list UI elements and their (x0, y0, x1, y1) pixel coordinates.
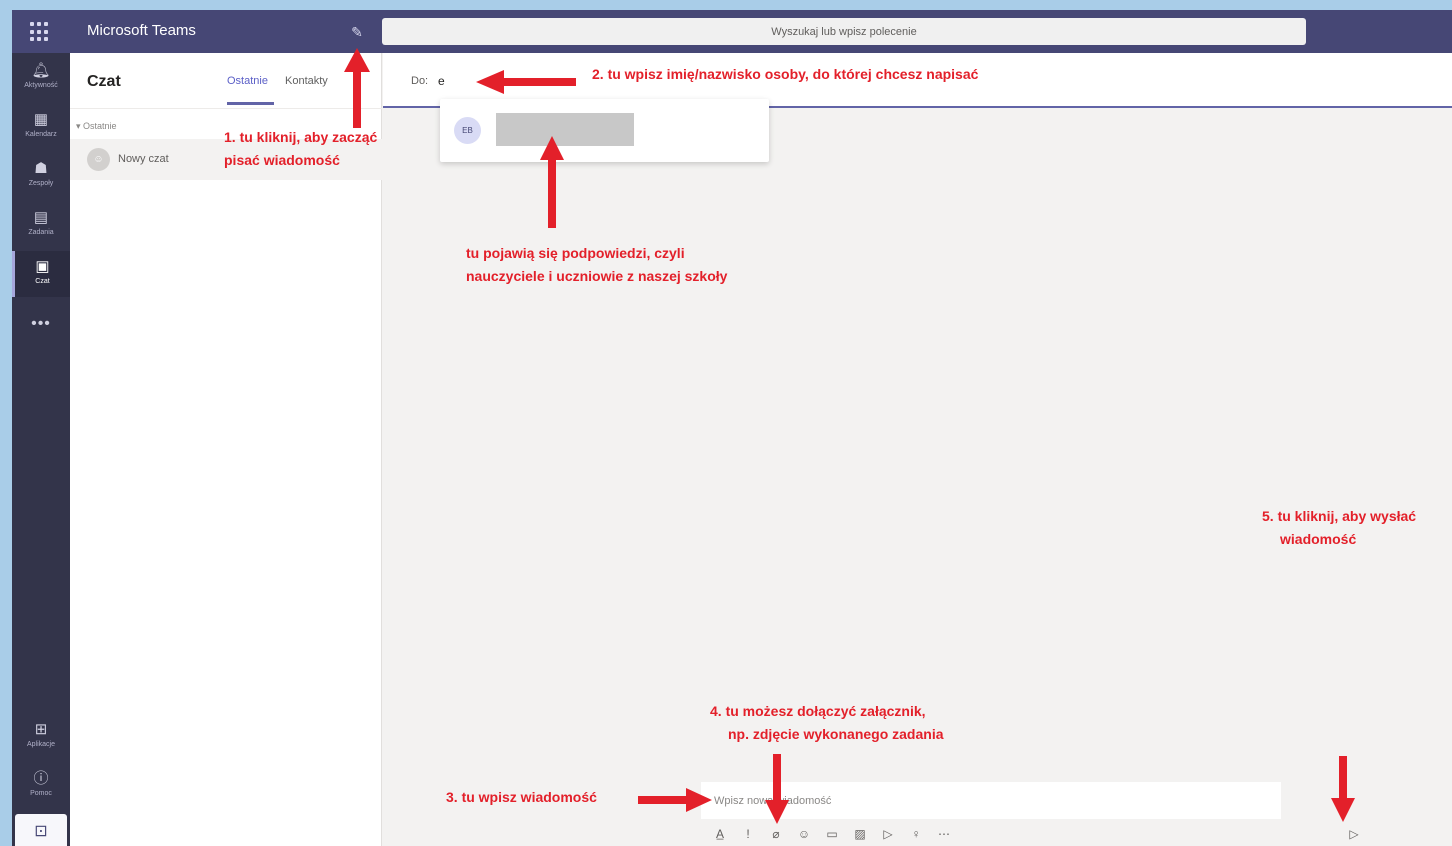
annotation-suggestions: tu pojawią się podpowiedzi, czyli nauczy… (466, 242, 727, 288)
to-label: Do: (411, 75, 429, 87)
app-title: Microsoft Teams (87, 22, 196, 39)
annotation-arrow-right (638, 788, 712, 812)
rail-item-label: Czat (35, 278, 50, 285)
section-recent[interactable]: ▾ Ostatnie (76, 121, 117, 132)
tab-contacts[interactable]: Kontakty (285, 75, 328, 87)
rail-item-teams[interactable]: ☗ Zespoły (12, 153, 70, 199)
new-chat-icon[interactable]: ✎ (348, 23, 366, 41)
divider (70, 108, 382, 109)
send-icon[interactable]: ▷ (1346, 825, 1362, 843)
rail-item-chat[interactable]: ▣ Czat (12, 251, 70, 297)
panel-title: Czat (87, 73, 121, 90)
annotation-arrow-down (765, 754, 789, 824)
gif-icon[interactable]: ▭ (825, 825, 839, 843)
annotation-line: 5. tu kliknij, aby wysłać (1262, 508, 1417, 524)
more-apps-icon[interactable]: ••• (12, 315, 70, 333)
sticker-icon[interactable]: ▨ (853, 825, 867, 843)
more-options-icon[interactable]: ⋯ (937, 825, 951, 843)
avatar: ☺ (87, 148, 110, 171)
rail-item-label: Kalendarz (25, 131, 57, 138)
annotation-line: 4. tu możesz dołączyć załącznik, (710, 703, 926, 719)
rail-item-label: Zespoły (28, 180, 54, 187)
emoji-icon[interactable]: ☺ (797, 825, 811, 843)
rail-item-apps[interactable]: ⊞ Aplikacje (12, 714, 70, 760)
rail-item-assignments[interactable]: ▤ Zadania (12, 202, 70, 248)
rail-item-calendar[interactable]: ▦ Kalendarz (12, 104, 70, 150)
annotation-line: tu pojawią się podpowiedzi, czyli (466, 245, 685, 261)
rail-item-label: Zadania (28, 229, 54, 236)
compose-toolbar: A̲ ! ⌀ ☺ ▭ ▨ ▷ ♀ ⋯ (713, 825, 951, 843)
annotation-step-5: 5. tu kliknij, aby wysłać wiadomość (1262, 505, 1416, 551)
praise-icon[interactable]: ♀ (909, 825, 923, 843)
teams-icon: ☗ (34, 160, 48, 177)
format-icon[interactable]: A̲ (713, 825, 727, 843)
title-bar: Microsoft Teams ✎ (12, 10, 1452, 53)
annotation-arrow-down (1331, 756, 1355, 822)
annotation-arrow-up (540, 136, 564, 228)
annotation-step-2: 2. tu wpisz imię/nazwisko osoby, do któr… (592, 66, 979, 82)
attach-icon[interactable]: ⌀ (769, 825, 783, 843)
annotation-line: nauczyciele i uczniowie z naszej szkoły (466, 268, 728, 284)
app-rail: 🔔︎ Aktywność ▦ Kalendarz ☗ Zespoły ▤ Zad… (12, 53, 70, 846)
annotation-arrow-left (476, 70, 576, 94)
app-launcher-icon[interactable] (30, 22, 50, 42)
annotation-step-4: 4. tu możesz dołączyć załącznik, np. zdj… (710, 700, 944, 746)
download-app-icon[interactable]: ⊡ (15, 814, 67, 846)
annotation-line: pisać wiadomość (224, 152, 340, 168)
annotation-line: np. zdjęcie wykonanego zadania (728, 726, 944, 742)
apps-icon: ⊞ (34, 721, 48, 738)
suggestion-name-redacted[interactable] (496, 113, 634, 146)
bell-icon: 🔔︎ (31, 62, 51, 79)
rail-item-label: Aplikacje (26, 741, 55, 748)
recipient-suggestions: EB (440, 99, 769, 162)
rail-item-help[interactable]: ⓘ Pomoc (12, 763, 70, 809)
rail-item-label: Pomoc (30, 790, 52, 797)
chat-icon: ▣ (35, 258, 50, 275)
active-tab-indicator (227, 102, 274, 105)
annotation-arrow-up (344, 48, 370, 128)
annotation-line: 1. tu kliknij, aby zacząć (224, 129, 378, 145)
chat-row-label: Nowy czat (118, 153, 169, 165)
assignments-icon: ▤ (33, 209, 49, 226)
teams-window: Microsoft Teams ✎ 🔔︎ Aktywność ▦ Kalenda… (12, 10, 1452, 846)
calendar-icon: ▦ (33, 111, 49, 128)
tab-recent[interactable]: Ostatnie (227, 75, 268, 87)
annotation-step-1: 1. tu kliknij, aby zacząć pisać wiadomoś… (224, 126, 377, 172)
search-input[interactable] (382, 18, 1306, 45)
meet-now-icon[interactable]: ▷ (881, 825, 895, 843)
annotation-line: wiadomość (1280, 531, 1357, 547)
rail-item-label: Aktywność (24, 82, 58, 89)
rail-item-activity[interactable]: 🔔︎ Aktywność (12, 55, 70, 101)
annotation-step-3: 3. tu wpisz wiadomość (446, 789, 597, 805)
help-icon: ⓘ (33, 770, 49, 787)
important-icon[interactable]: ! (741, 825, 755, 843)
suggestion-avatar[interactable]: EB (454, 117, 481, 144)
section-label: Ostatnie (83, 121, 117, 131)
